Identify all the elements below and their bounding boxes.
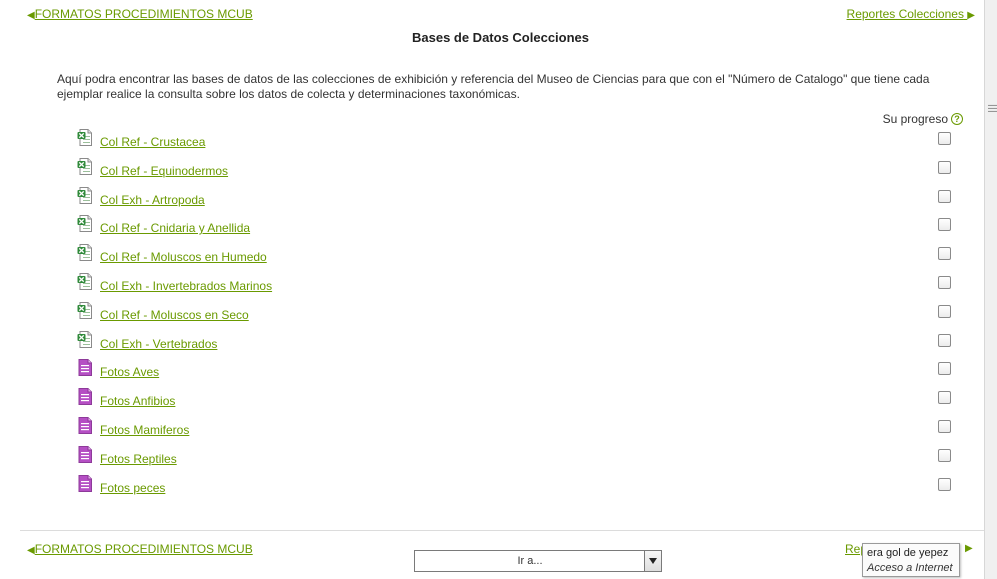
activity-item: Col Ref - Cnidaria y Anellida [0, 213, 997, 242]
activity-link[interactable]: Fotos Reptiles [100, 452, 177, 466]
next-activity-label: Reportes Colecciones [846, 7, 964, 21]
activity-link[interactable]: Col Ref - Equinodermos [100, 164, 228, 178]
completion-checkbox[interactable] [938, 362, 951, 376]
previous-activity-link-bottom[interactable]: ◀FORMATOS PROCEDIMIENTOS MCUB [27, 542, 253, 556]
document-icon [78, 359, 92, 377]
activity-item: Col Ref - Moluscos en Seco [0, 300, 997, 329]
document-icon [78, 445, 92, 463]
page-title: Bases de Datos Colecciones [411, 30, 590, 45]
spreadsheet-icon [77, 330, 92, 348]
spreadsheet-icon [77, 301, 92, 319]
activity-item: Fotos peces [0, 473, 997, 502]
scroll-grip-icon: — — — [988, 100, 997, 117]
spreadsheet-icon [77, 244, 92, 262]
activity-item: Fotos Anfibios [0, 386, 997, 415]
activity-link[interactable]: Col Ref - Cnidaria y Anellida [100, 221, 250, 235]
user-tooltip: era gol de yepez Acceso a Internet [862, 543, 960, 577]
tooltip-user-name: era gol de yepez [867, 547, 949, 559]
course-page: ◀FORMATOS PROCEDIMIENTOS MCUB Reportes C… [0, 0, 997, 579]
completion-checkbox[interactable] [938, 218, 951, 232]
spreadsheet-icon [77, 186, 92, 204]
activity-link[interactable]: Fotos Aves [100, 365, 159, 379]
activity-item: Fotos Mamiferos [0, 415, 997, 444]
activity-link[interactable]: Fotos peces [100, 481, 165, 495]
spreadsheet-icon [77, 215, 92, 233]
document-icon [78, 388, 92, 406]
activity-link[interactable]: Col Ref - Moluscos en Seco [100, 308, 249, 322]
arrow-left-icon: ◀ [27, 545, 35, 556]
completion-checkbox[interactable] [938, 275, 951, 289]
arrow-left-icon: ◀ [27, 10, 35, 21]
dropdown-button[interactable] [644, 551, 661, 571]
arrow-right-icon: ▶ [965, 543, 973, 554]
document-icon [78, 474, 92, 492]
activity-link[interactable]: Col Exh - Artropoda [100, 193, 205, 207]
completion-checkbox[interactable] [938, 189, 951, 203]
activity-list: Col Ref - Crustacea Col Ref - Equinodermo… [0, 127, 997, 501]
completion-checkbox[interactable] [938, 247, 951, 261]
scrollbar[interactable]: — — — [984, 0, 997, 579]
completion-checkbox[interactable] [938, 419, 951, 433]
completion-checkbox[interactable] [938, 448, 951, 462]
activity-link[interactable]: Col Exh - Invertebrados Marinos [100, 279, 272, 293]
jump-to-select[interactable]: Ir a... [414, 550, 662, 572]
spreadsheet-icon [77, 129, 92, 146]
completion-checkbox[interactable] [938, 132, 951, 145]
completion-checkbox[interactable] [938, 333, 951, 347]
jump-to-selected-value: Ir a... [517, 555, 543, 567]
document-icon [78, 416, 92, 434]
progress-label: Su progreso [882, 112, 948, 126]
activity-link[interactable]: Fotos Mamiferos [100, 423, 189, 437]
chevron-down-icon [649, 558, 657, 564]
completion-checkbox[interactable] [938, 391, 951, 405]
help-icon[interactable]: ? [951, 113, 963, 125]
spreadsheet-icon [77, 272, 92, 290]
completion-checkbox[interactable] [938, 304, 951, 318]
next-activity-link[interactable]: Reportes Colecciones ▶ [847, 7, 975, 21]
divider [20, 530, 984, 531]
activity-link[interactable]: Col Ref - Moluscos en Humedo [100, 250, 267, 264]
completion-checkbox[interactable] [938, 477, 951, 491]
activity-link[interactable]: Col Ref - Crustacea [100, 135, 205, 149]
activity-item: Fotos Aves [0, 357, 997, 386]
activity-link[interactable]: Fotos Anfibios [100, 394, 175, 408]
activity-item: Fotos Reptiles [0, 444, 997, 473]
progress-header: Su progreso ? [883, 112, 963, 126]
previous-activity-link[interactable]: ◀FORMATOS PROCEDIMIENTOS MCUB [27, 7, 253, 21]
completion-checkbox[interactable] [938, 160, 951, 174]
activity-item: Col Ref - Equinodermos [0, 156, 997, 185]
previous-activity-label: FORMATOS PROCEDIMIENTOS MCUB [34, 7, 253, 21]
intro-text: Aquí podra encontrar las bases de datos … [57, 72, 930, 101]
activity-item: Col Exh - Vertebrados [0, 329, 997, 358]
arrow-right-icon: ▶ [967, 10, 975, 21]
activity-item: Col Ref - Moluscos en Humedo [0, 242, 997, 271]
activity-item: Col Exh - Artropoda [0, 185, 997, 214]
tooltip-subtitle: Acceso a Internet [867, 562, 953, 574]
activity-item: Col Ref - Crustacea [0, 127, 997, 156]
previous-activity-label-bottom: FORMATOS PROCEDIMIENTOS MCUB [34, 542, 253, 556]
spreadsheet-icon [77, 157, 92, 175]
activity-item: Col Exh - Invertebrados Marinos [0, 271, 997, 300]
activity-link[interactable]: Col Exh - Vertebrados [100, 337, 217, 351]
